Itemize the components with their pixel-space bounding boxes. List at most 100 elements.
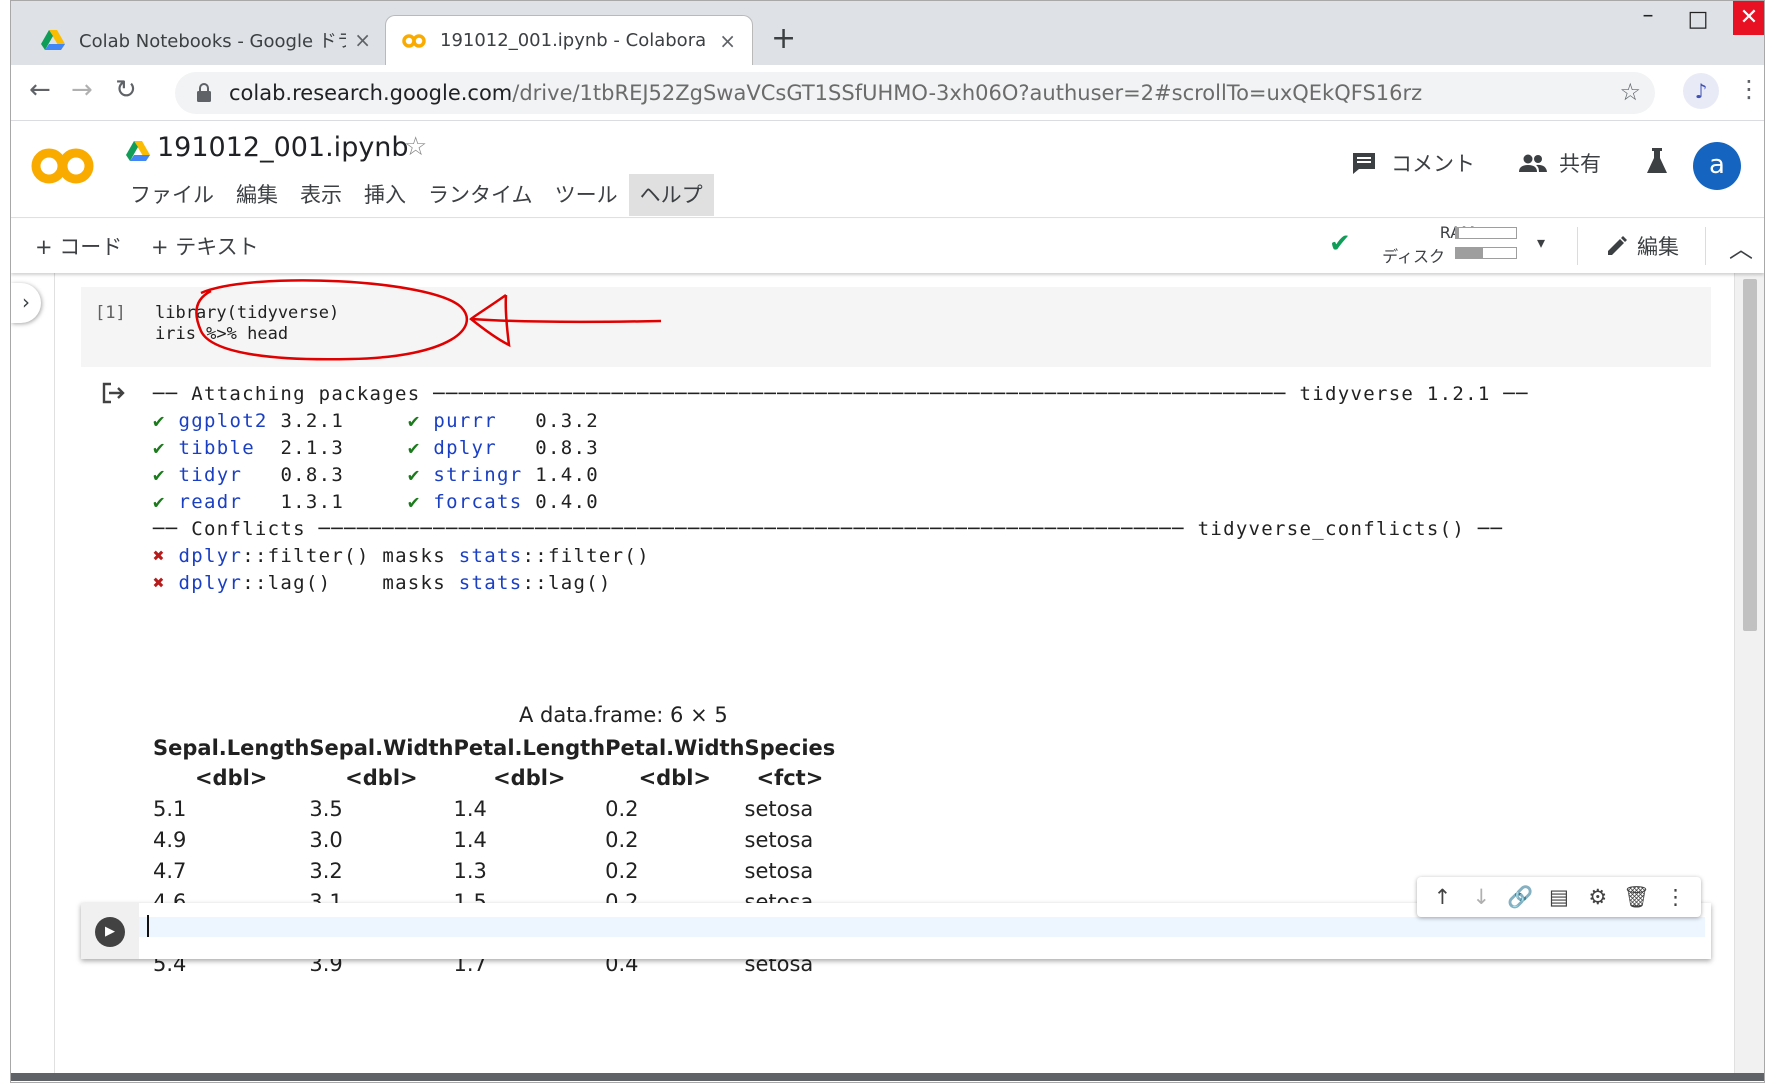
collapse-header-icon[interactable]: ︿: [1729, 229, 1753, 264]
lock-icon: [197, 83, 211, 102]
menu-help[interactable]: ヘルプ: [628, 174, 714, 216]
conflict-row: ✖ dplyr::lag() masks stats::lag(): [153, 570, 1653, 597]
minimize-button[interactable]: –: [1633, 3, 1663, 28]
text-cursor: [147, 915, 149, 937]
scrollbar-thumb[interactable]: [1743, 279, 1757, 631]
menu-file[interactable]: ファイル: [119, 174, 225, 216]
star-icon[interactable]: ☆: [404, 132, 427, 162]
table-cell: 5.1: [153, 796, 187, 821]
column-type: <dbl>: [194, 766, 268, 790]
package-name: tidyr: [178, 464, 268, 486]
link-icon[interactable]: 🔗: [1505, 885, 1535, 910]
masked-package: stats: [458, 545, 523, 567]
menu-insert[interactable]: 挿入: [353, 174, 417, 216]
reload-button[interactable]: ↻: [115, 75, 137, 105]
execution-count: [1]: [95, 303, 126, 323]
column-type: <fct>: [756, 766, 824, 790]
avatar[interactable]: a: [1693, 142, 1741, 190]
close-tab-icon[interactable]: ×: [719, 29, 736, 53]
close-window-button[interactable]: ✕: [1733, 1, 1764, 35]
scrollbar[interactable]: [1734, 273, 1764, 1075]
new-tab-button[interactable]: +: [771, 21, 796, 56]
move-down-icon[interactable]: ↓: [1466, 885, 1496, 909]
column-header: Sepal.Width: [309, 736, 454, 760]
table-header-row: Sepal.Length Sepal.Width Petal.Length Petal…: [153, 733, 835, 763]
table-row: 5.1 3.5 1.4 0.2 setosa: [153, 793, 835, 824]
tab-title: Colab Notebooks - Google ドラ: [79, 31, 347, 52]
delete-icon[interactable]: 🗑: [1622, 885, 1652, 910]
attach-header: ── Attaching packages ──────────────────…: [153, 383, 1529, 405]
extension-icon[interactable]: ♪: [1683, 73, 1719, 109]
tab-colab-notebooks[interactable]: Colab Notebooks - Google ドラ ×: [25, 15, 387, 65]
table-cell: 4.9: [153, 827, 187, 852]
notebook-area: › [1] library(tidyverse) iris %>% head ─…: [11, 273, 1764, 1075]
package-name: stringr: [433, 464, 523, 486]
maximize-button[interactable]: □: [1683, 7, 1713, 32]
google-drive-icon: [41, 30, 65, 50]
cross-icon: ✖: [153, 545, 166, 567]
colab-header: 191012_001.ipynb ☆ ファイル 編集 表示 挿入 ランタイム ツ…: [11, 122, 1764, 218]
forward-button[interactable]: →: [71, 75, 93, 105]
flask-icon[interactable]: [1645, 146, 1669, 176]
code-cell[interactable]: [1] library(tidyverse) iris %>% head: [81, 279, 1711, 367]
url-input[interactable]: colab.research.google.com/drive/1tbREJ52…: [175, 72, 1655, 114]
close-tab-icon[interactable]: ×: [354, 28, 371, 52]
comment-button[interactable]: コメント: [1351, 148, 1475, 178]
tab-notebook[interactable]: 191012_001.ipynb - Colabora ×: [385, 15, 753, 65]
url-host: colab.research.google.com: [229, 81, 513, 105]
add-code-button[interactable]: + コード: [35, 231, 122, 261]
disk-meter[interactable]: [1455, 247, 1517, 259]
annotation-circle-arrow: [195, 279, 662, 361]
table-cell: setosa: [744, 858, 814, 883]
ram-meter[interactable]: [1455, 227, 1517, 239]
cross-icon: ✖: [153, 572, 166, 594]
code-editor[interactable]: [139, 915, 1705, 937]
package-version: 0.3.2: [535, 410, 599, 432]
resources-dropdown-icon[interactable]: ▾: [1537, 233, 1545, 252]
run-cell-button[interactable]: ▶: [95, 917, 125, 947]
table-cell: 4.7: [153, 858, 187, 883]
menu-view[interactable]: 表示: [289, 174, 353, 216]
settings-icon[interactable]: ⚙: [1583, 885, 1613, 909]
ram-meter-fill: [1456, 228, 1459, 238]
browser-menu-icon[interactable]: ⋮: [1737, 75, 1761, 103]
back-button[interactable]: ←: [29, 75, 51, 105]
bottom-bar: [11, 1073, 1764, 1081]
connected-check-icon: ✔: [1329, 229, 1351, 259]
check-icon: ✔: [407, 464, 421, 486]
left-rail: [11, 273, 55, 1075]
menu-edit[interactable]: 編集: [225, 174, 289, 216]
output-icon[interactable]: [101, 381, 127, 405]
colab-icon: [402, 33, 426, 48]
column-header: Petal.Length: [453, 736, 606, 760]
masks-label: masks: [369, 545, 459, 567]
cell-toolbar: ↑ ↓ 🔗 ▤ ⚙ 🗑 ⋮: [1417, 877, 1701, 917]
table-types-row: <dbl> <dbl> <dbl> <dbl> <fct>: [153, 763, 835, 793]
table-cell: setosa: [744, 827, 814, 852]
package-version: 0.4.0: [535, 491, 599, 513]
column-header: Petal.Width: [605, 736, 745, 760]
table-cell: 1.3: [453, 858, 487, 883]
move-up-icon[interactable]: ↑: [1427, 885, 1457, 909]
add-text-button[interactable]: + テキスト: [151, 231, 259, 261]
share-button[interactable]: 共有: [1519, 148, 1601, 178]
notebook-title[interactable]: 191012_001.ipynb: [157, 132, 409, 163]
bookmark-star-icon[interactable]: ☆: [1619, 78, 1641, 106]
package-row: ✔ tidyr 0.8.3 ✔ stringr 1.4.0: [153, 462, 1653, 489]
colab-logo[interactable]: [31, 146, 95, 186]
edit-button[interactable]: 編集: [1605, 231, 1679, 261]
cell-gutter: ▶: [81, 903, 139, 959]
tab-title: 191012_001.ipynb - Colabora: [440, 30, 707, 51]
column-type: <dbl>: [345, 766, 418, 790]
check-icon: ✔: [407, 437, 421, 459]
comment-icon[interactable]: ▤: [1544, 885, 1574, 909]
masked-function: ::filter(): [522, 545, 650, 567]
package-version: 3.2.1: [280, 410, 345, 432]
disk-label: ディスク: [1382, 247, 1445, 266]
pencil-icon: [1608, 236, 1627, 255]
check-icon: ✔: [407, 491, 421, 513]
menu-tools[interactable]: ツール: [544, 174, 629, 216]
more-icon[interactable]: ⋮: [1660, 885, 1690, 909]
menu-runtime[interactable]: ランタイム: [417, 174, 544, 216]
conflict-function: ::filter(): [242, 545, 370, 567]
